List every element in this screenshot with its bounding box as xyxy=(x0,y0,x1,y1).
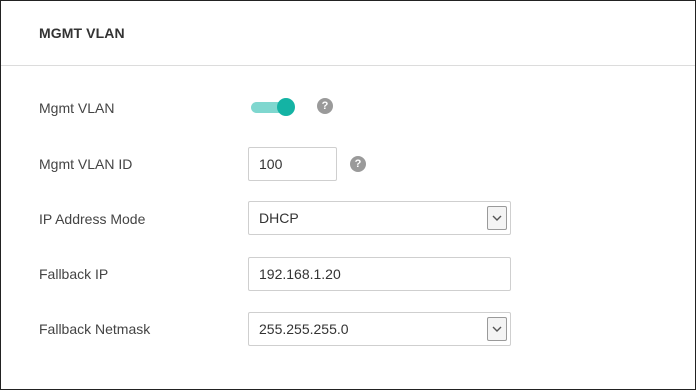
ip-address-mode-value: DHCP xyxy=(259,210,299,226)
panel-title: MGMT VLAN xyxy=(39,25,125,41)
mgmt-vlan-id-help-icon[interactable]: ? xyxy=(350,156,366,172)
panel-header: MGMT VLAN xyxy=(1,1,695,66)
mgmt-vlan-toggle[interactable] xyxy=(249,95,297,119)
chevron-down-icon[interactable] xyxy=(487,206,507,230)
fallback-netmask-label: Fallback Netmask xyxy=(39,321,151,337)
mgmt-vlan-help-icon[interactable]: ? xyxy=(317,98,333,114)
mgmt-vlan-label: Mgmt VLAN xyxy=(39,100,115,116)
mgmt-vlan-panel: MGMT VLAN Mgmt VLAN ? Mgmt VLAN ID 100 ?… xyxy=(0,0,696,390)
toggle-knob xyxy=(277,98,295,116)
chevron-down-icon[interactable] xyxy=(487,317,507,341)
ip-address-mode-select[interactable]: DHCP xyxy=(248,201,511,235)
ip-address-mode-label: IP Address Mode xyxy=(39,211,146,227)
mgmt-vlan-id-input[interactable]: 100 xyxy=(248,147,337,181)
mgmt-vlan-id-label: Mgmt VLAN ID xyxy=(39,156,133,172)
fallback-netmask-select[interactable]: 255.255.255.0 xyxy=(248,312,511,346)
fallback-ip-label: Fallback IP xyxy=(39,266,109,282)
fallback-ip-input[interactable]: 192.168.1.20 xyxy=(248,257,511,291)
fallback-netmask-value: 255.255.255.0 xyxy=(259,321,349,337)
